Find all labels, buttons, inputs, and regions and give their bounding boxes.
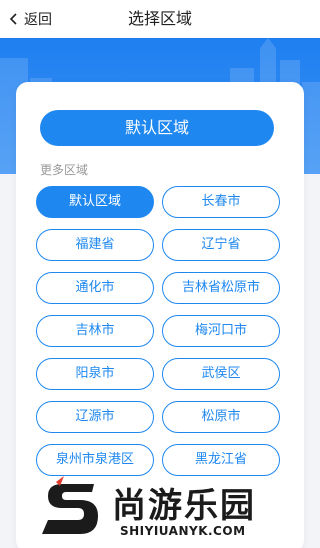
section-label: 更多区域 [40, 163, 89, 177]
region-option[interactable]: 武侯区 [162, 358, 280, 390]
watermark-name-en: SHIYIUANYK.COM [120, 524, 246, 538]
region-option[interactable]: 吉林省松原市 [162, 272, 280, 304]
region-option[interactable]: 辽源市 [36, 401, 154, 433]
region-option[interactable]: 黑龙江省 [162, 444, 280, 476]
region-option[interactable]: 长春市 [162, 186, 280, 218]
region-option[interactable]: 泉州市泉港区 [36, 444, 154, 476]
region-option[interactable]: 松原市 [162, 401, 280, 433]
region-option[interactable]: 通化市 [36, 272, 154, 304]
app-screen: 返回 选择区域 默认区域 更多区域 默认区域 长春市 福建省 辽宁省 通化市 吉林省松原市… [0, 0, 320, 548]
watermark-name-cn: 尚游乐园 [112, 486, 256, 526]
region-option[interactable]: 福建省 [36, 229, 154, 261]
region-option[interactable]: 吉林市 [36, 315, 154, 347]
page-title: 选择区域 [127, 9, 192, 28]
default-region-button[interactable]: 默认区域 [40, 110, 274, 146]
region-option[interactable]: 辽宁省 [162, 229, 280, 261]
watermark-logo: 尚游乐园 SHIYIUANYK.COM [42, 476, 318, 546]
region-option[interactable]: 默认区域 [36, 186, 154, 218]
region-option[interactable]: 梅河口市 [162, 315, 280, 347]
region-option[interactable]: 阳泉市 [36, 358, 154, 390]
navigation-bar: 返回 选择区域 [0, 0, 320, 38]
brand-s-icon [42, 476, 98, 534]
